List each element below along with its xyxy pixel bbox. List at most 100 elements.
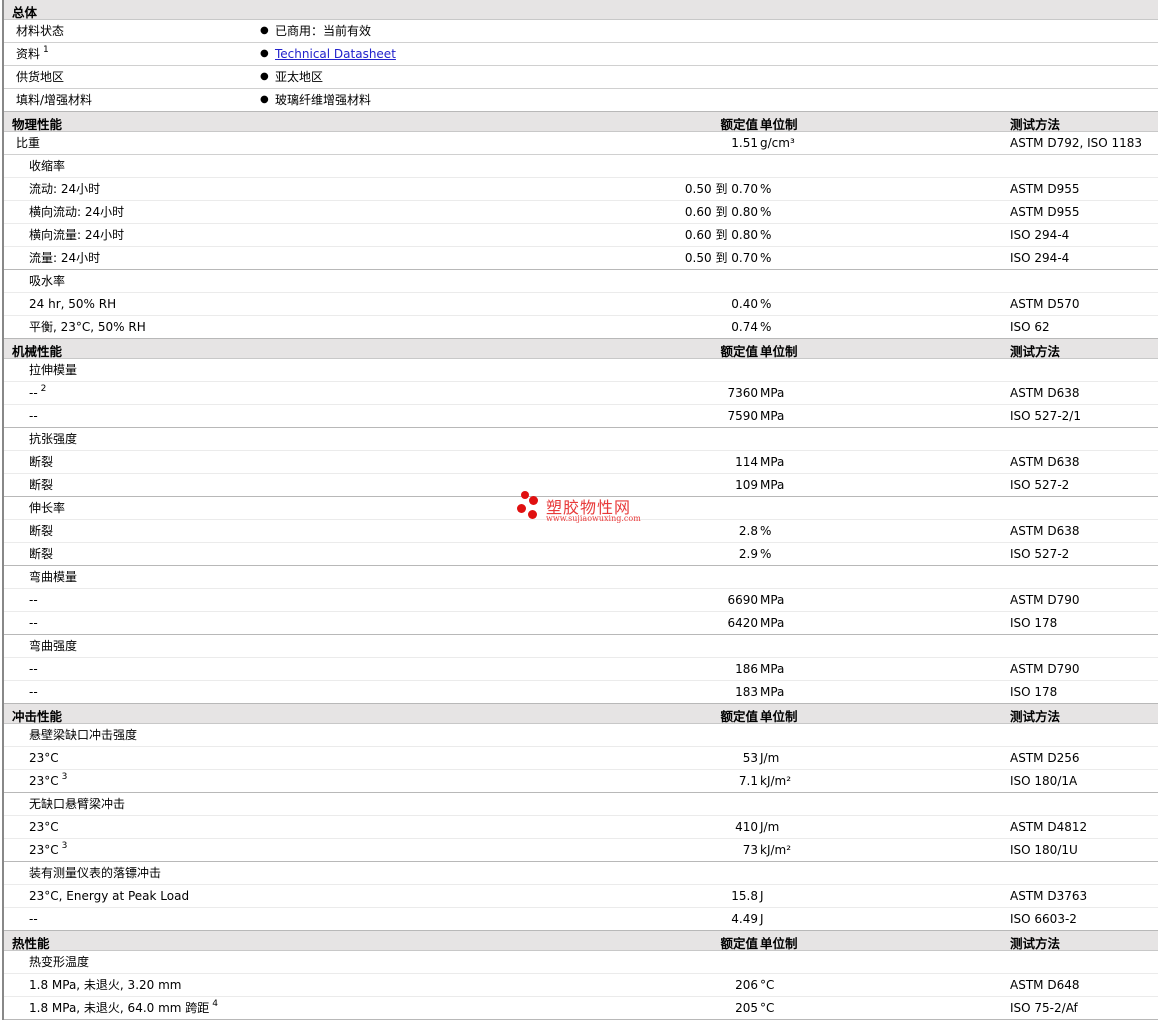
- table-row: 悬壁梁缺口冲击强度: [4, 724, 1158, 747]
- row-value: 玻璃纤维增强材料: [275, 93, 372, 107]
- table-row: 流动: 24小时 0.50 到 0.70% ASTM D955: [4, 178, 1158, 201]
- row-test-method: ISO 294-4: [1010, 228, 1070, 242]
- table-row: -- 2 7360 MPa ASTM D638: [4, 382, 1158, 405]
- row-label-text: 收缩率: [29, 159, 66, 173]
- watermark-url: www.sujiaowuxing.com: [546, 514, 641, 523]
- row-test-method: ISO 527-2: [1010, 547, 1070, 561]
- row-test-method: ASTM D790: [1010, 593, 1080, 607]
- row-test-method: ASTM D4812: [1010, 820, 1088, 834]
- column-header-method: 测试方法: [1010, 936, 1061, 951]
- footnote-ref[interactable]: 3: [62, 841, 68, 851]
- row-unit: %: [760, 182, 772, 196]
- bullet-icon: ●: [260, 94, 269, 105]
- row-label: 弯曲强度: [29, 635, 77, 657]
- row-unit: %: [760, 524, 772, 538]
- row-label-text: --: [29, 386, 38, 400]
- row-test-method: ISO 6603-2: [1010, 912, 1077, 926]
- row-label: 热变形温度: [29, 951, 89, 973]
- footnote-ref[interactable]: 4: [212, 999, 218, 1009]
- row-test-method: ISO 527-2/1: [1010, 409, 1081, 423]
- row-test-method: ASTM D955: [1010, 205, 1080, 219]
- table-row: 23°C 53 J/m ASTM D256: [4, 747, 1158, 770]
- row-test-method: ISO 178: [1010, 616, 1058, 630]
- table-row: 24 hr, 50% RH 0.40% ASTM D570: [4, 293, 1158, 316]
- row-value: 0.50 到 0.70: [684, 182, 758, 196]
- column-header-unit: 单位制: [760, 344, 798, 359]
- row-unit: MPa: [760, 386, 785, 400]
- column-header-method: 测试方法: [1010, 344, 1061, 359]
- row-value: 0.60 到 0.80: [684, 205, 758, 219]
- table-row: 平衡, 23°C, 50% RH 0.74% ISO 62: [4, 316, 1158, 339]
- row-value: 0.60 到 0.80: [684, 228, 758, 242]
- row-label-text: 横向流动: 24小时: [29, 205, 125, 219]
- table-row: 材料状态 ● 已商用：当前有效: [4, 20, 1158, 43]
- section-title: 冲击性能: [12, 709, 63, 724]
- row-label-text: 供货地区: [16, 70, 65, 84]
- row-label-text: 弯曲强度: [29, 639, 78, 653]
- row-unit: %: [760, 228, 772, 242]
- row-label-text: 1.8 MPa, 未退火, 3.20 mm: [29, 978, 182, 992]
- table-row: 拉伸模量: [4, 359, 1158, 382]
- bullet-icon: ●: [260, 48, 269, 59]
- row-label-text: 流量: 24小时: [29, 251, 101, 265]
- row-label: 供货地区: [16, 66, 64, 88]
- section-header: 冲击性能 额定值 单位制 测试方法: [4, 704, 1158, 724]
- table-row: -- 186 MPa ASTM D790: [4, 658, 1158, 681]
- footnote-ref[interactable]: 3: [62, 772, 68, 782]
- technical-datasheet-link[interactable]: Technical Datasheet: [275, 43, 396, 65]
- row-label: 24 hr, 50% RH: [29, 293, 116, 315]
- row-test-method: ASTM D638: [1010, 455, 1080, 469]
- row-label: 悬壁梁缺口冲击强度: [29, 724, 137, 746]
- row-test-method: ASTM D638: [1010, 386, 1080, 400]
- table-row: 1.8 MPa, 未退火, 3.20 mm 206 °C ASTM D648: [4, 974, 1158, 997]
- row-unit: %: [760, 547, 772, 561]
- row-label: 23°C: [29, 747, 59, 769]
- row-label-text: 23°C: [29, 843, 59, 857]
- row-value: 186: [735, 662, 758, 676]
- row-value: 2.9: [738, 547, 758, 561]
- footnote-ref[interactable]: 2: [41, 384, 47, 394]
- row-label: -- 2: [29, 382, 46, 404]
- row-value: 1.51: [731, 136, 758, 150]
- section-title: 物理性能: [12, 117, 63, 132]
- column-header-value: 额定值: [720, 117, 758, 132]
- table-row: 23°C 3 7.1 kJ/m² ISO 180/1A: [4, 770, 1158, 793]
- table-row: 吸水率: [4, 270, 1158, 293]
- column-header-value: 额定值: [720, 936, 758, 951]
- row-label-text: --: [29, 593, 38, 607]
- row-label: 弯曲模量: [29, 566, 77, 588]
- row-label: 23°C: [29, 816, 59, 838]
- table-row: 填料/增强材料 ● 玻璃纤维增强材料: [4, 89, 1158, 112]
- row-test-method: ASTM D3763: [1010, 889, 1088, 903]
- row-label: 断裂: [29, 451, 53, 473]
- bullet-icon: ●: [260, 25, 269, 36]
- table-row: 23°C 3 73 kJ/m² ISO 180/1U: [4, 839, 1158, 862]
- row-value: 109: [735, 478, 758, 492]
- table-row: 资料 1 ● Technical Datasheet: [4, 43, 1158, 66]
- row-test-method: ISO 180/1A: [1010, 774, 1078, 788]
- section-header: 机械性能 额定值 单位制 测试方法: [4, 339, 1158, 359]
- row-unit: kJ/m²: [760, 774, 792, 788]
- footnote-ref[interactable]: 1: [43, 45, 49, 55]
- row-value: 73: [742, 843, 758, 857]
- row-test-method: ISO 294-4: [1010, 251, 1070, 265]
- row-unit: MPa: [760, 593, 785, 607]
- row-unit: J: [760, 912, 764, 926]
- row-unit: J/m: [760, 820, 780, 834]
- row-value: 4.49: [731, 912, 758, 926]
- row-label-text: 填料/增强材料: [16, 93, 93, 107]
- table-row: 收缩率: [4, 155, 1158, 178]
- row-label: 拉伸模量: [29, 359, 77, 381]
- column-header-unit: 单位制: [760, 709, 798, 724]
- row-label: 资料 1: [16, 43, 49, 65]
- row-unit: %: [760, 320, 772, 334]
- row-label-text: 23°C: [29, 751, 59, 765]
- row-label-text: 断裂: [29, 547, 54, 561]
- row-label: 23°C 3: [29, 770, 67, 792]
- column-header-unit: 单位制: [760, 117, 798, 132]
- table-row: 23°C 410 J/m ASTM D4812: [4, 816, 1158, 839]
- row-label-text: 装有测量仪表的落镖冲击: [29, 866, 162, 880]
- row-unit: MPa: [760, 616, 785, 630]
- row-label: --: [29, 908, 38, 930]
- table-row: 流量: 24小时 0.50 到 0.70% ISO 294-4: [4, 247, 1158, 270]
